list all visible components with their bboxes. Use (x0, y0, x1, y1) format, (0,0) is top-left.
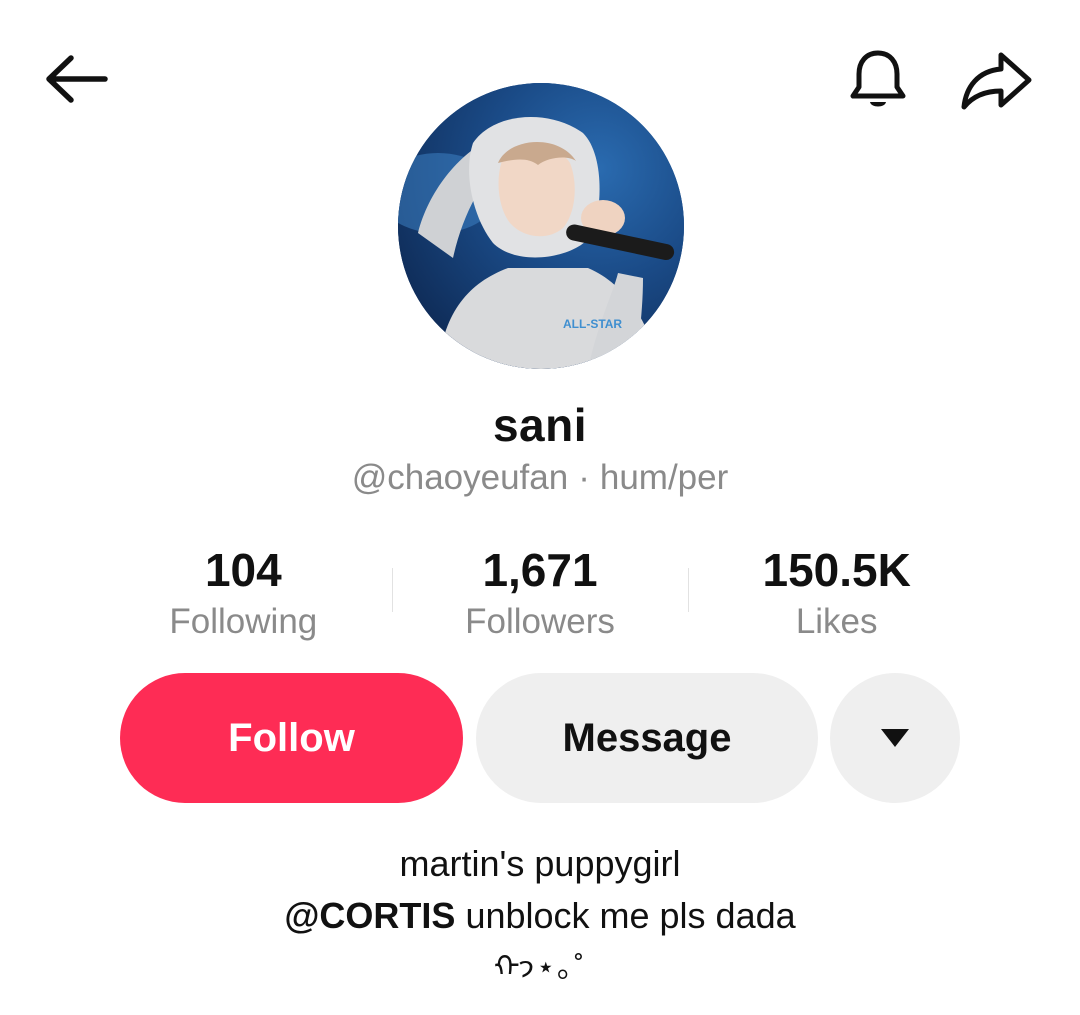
profile-screen: ALL-STAR sani @chaoyeufan · hum/per 104 Fo… (0, 0, 1080, 1015)
stat-likes[interactable]: 150.5K Likes (688, 540, 985, 650)
display-name: sani (492, 399, 588, 451)
stat-divider (391, 568, 393, 612)
profile-bio: martin's puppygirl @CORTIS unblock me pl… (0, 838, 1080, 994)
bio-line-3: ᡣ𐭩⋆｡˚ (493, 951, 587, 984)
more-options-button[interactable] (830, 673, 960, 803)
follow-button[interactable]: Follow (120, 673, 463, 803)
stat-value: 1,671 (482, 544, 598, 596)
svg-text:ALL-STAR: ALL-STAR (563, 317, 622, 331)
bio-mention-link[interactable]: @CORTIS (284, 895, 455, 936)
bell-icon (850, 50, 906, 107)
share-button[interactable] (956, 44, 1036, 116)
back-button[interactable] (38, 44, 114, 114)
stat-value: 150.5K (762, 544, 911, 596)
arrow-left-icon (46, 55, 108, 103)
notification-bell-button[interactable] (842, 44, 914, 116)
pronouns: hum/per (599, 458, 729, 497)
stat-followers[interactable]: 1,671 Followers (391, 540, 689, 650)
stat-following[interactable]: 104 Following (95, 540, 392, 650)
stat-divider (688, 568, 690, 612)
caret-down-icon (881, 729, 909, 747)
message-button[interactable]: Message (476, 673, 818, 803)
username-handle: @chaoyeufan (351, 458, 569, 497)
stat-value: 104 (204, 544, 282, 596)
bio-line-1: martin's puppygirl (399, 843, 681, 884)
stat-label: Following (169, 602, 318, 641)
bio-line-2: @CORTIS unblock me pls dada (0, 890, 1080, 942)
stat-label: Followers (465, 602, 615, 641)
handle-line: @chaoyeufan · hum/per (0, 458, 1080, 498)
bio-line-2-text: unblock me pls dada (455, 895, 796, 936)
profile-avatar[interactable]: ALL-STAR (398, 83, 684, 369)
stat-label: Likes (795, 602, 878, 641)
profile-stats: 104 Following 1,671 Followers 150.5K Lik… (95, 540, 985, 650)
profile-photo: ALL-STAR (398, 83, 684, 369)
share-arrow-icon (961, 52, 1032, 110)
separator-dot: · (578, 458, 590, 497)
